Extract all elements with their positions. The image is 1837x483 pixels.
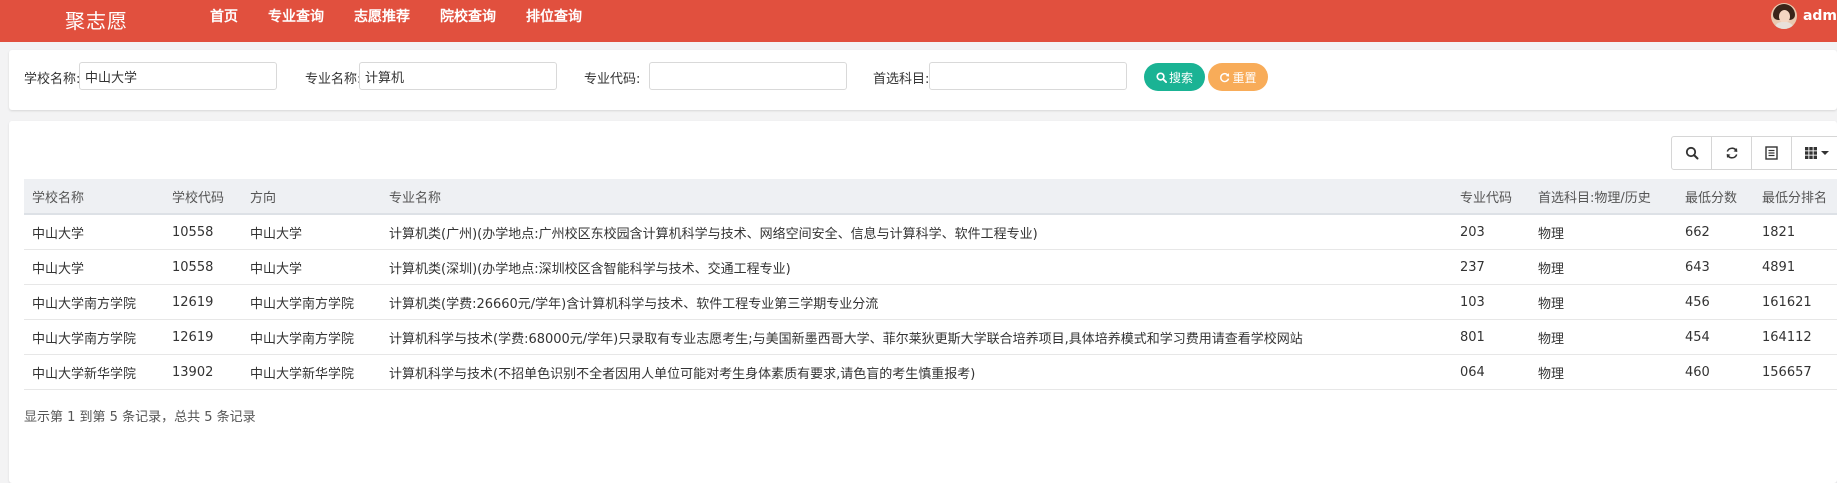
- main-nav: 首页 专业查询 志愿推荐 院校查询 排位查询: [195, 0, 597, 42]
- major-name-input[interactable]: [359, 62, 557, 90]
- cell-min-rank: 4891: [1754, 249, 1837, 285]
- cell-direction: 中山大学南方学院: [242, 319, 381, 355]
- user-menu[interactable]: adm: [1770, 3, 1837, 29]
- column-header-major-code[interactable]: 专业代码: [1452, 179, 1530, 215]
- brand-logo[interactable]: 聚志愿: [65, 5, 128, 34]
- cell-direction: 中山大学: [242, 249, 381, 285]
- cell-major-name: 计算机类(深圳)(办学地点:深圳校区含智能科学与技术、交通工程专业): [381, 249, 1452, 285]
- column-header-school-code[interactable]: 学校代码: [164, 179, 242, 215]
- school-name-input[interactable]: [79, 62, 277, 90]
- cell-min-rank: 1821: [1754, 214, 1837, 250]
- column-header-first-subject[interactable]: 首选科目:物理/历史: [1530, 179, 1677, 215]
- cell-school-code: 12619: [164, 319, 242, 355]
- cell-major-code: 064: [1452, 354, 1530, 390]
- toggle-view-button[interactable]: [1751, 136, 1792, 170]
- cell-min-rank: 161621: [1754, 284, 1837, 320]
- cell-major-code: 103: [1452, 284, 1530, 320]
- table-toolbar: [1671, 136, 1837, 170]
- cell-school-name: 中山大学南方学院: [24, 284, 164, 320]
- column-header-direction[interactable]: 方向: [242, 179, 381, 215]
- grid-icon: [1804, 147, 1817, 159]
- cell-major-name: 计算机类(学费:26660元/学年)含计算机科学与技术、软件工程专业第三学期专业…: [381, 284, 1452, 320]
- reset-button[interactable]: 重置: [1208, 63, 1268, 91]
- cell-major-code: 203: [1452, 214, 1530, 250]
- cell-min-rank: 164112: [1754, 319, 1837, 355]
- cell-major-name: 计算机科学与技术(不招单色识别不全者因用人单位可能对考生身体素质有要求,请色盲的…: [381, 354, 1452, 390]
- cell-min-score: 460: [1677, 354, 1754, 390]
- first-subject-label: 首选科目:: [873, 72, 930, 87]
- table-header: 学校名称 学校代码 方向 专业名称 专业代码 首选科目:物理/历史 最低分数 最…: [24, 179, 1837, 215]
- cell-major-code: 237: [1452, 249, 1530, 285]
- toggle-search-button[interactable]: [1671, 136, 1712, 170]
- refresh-button[interactable]: [1711, 136, 1752, 170]
- cell-first-subject: 物理: [1530, 214, 1677, 250]
- caret-down-icon: [1820, 151, 1829, 155]
- cell-min-score: 456: [1677, 284, 1754, 320]
- nav-item-school-query[interactable]: 院校查询: [440, 0, 496, 42]
- cell-school-code: 10558: [164, 214, 242, 250]
- column-header-major-name[interactable]: 专业名称: [381, 179, 1452, 215]
- major-code-label: 专业代码:: [584, 72, 641, 87]
- cell-school-name: 中山大学: [24, 249, 164, 285]
- table-row[interactable]: 中山大学 10558 中山大学 计算机类(广州)(办学地点:广州校区东校园含计算…: [24, 214, 1837, 250]
- search-panel: 学校名称: 专业名称: 专业代码: 首选科目: 搜索 重置: [9, 50, 1837, 110]
- cell-major-name: 计算机类(广州)(办学地点:广州校区东校园含计算机科学与技术、网络空间安全、信息…: [381, 214, 1452, 250]
- search-button-label: 搜索: [1168, 70, 1193, 85]
- cell-min-score: 454: [1677, 319, 1754, 355]
- cell-direction: 中山大学南方学院: [242, 284, 381, 320]
- username[interactable]: adm: [1803, 8, 1837, 24]
- refresh-icon: [1220, 72, 1230, 82]
- table-row[interactable]: 中山大学 10558 中山大学 计算机类(深圳)(办学地点:深圳校区含智能科学与…: [24, 249, 1837, 285]
- school-name-label: 学校名称:: [24, 72, 81, 87]
- cell-major-name: 计算机科学与技术(学费:68000元/学年)只录取有专业志愿考生;与美国新墨西哥…: [381, 319, 1452, 355]
- table-row[interactable]: 中山大学新华学院 13902 中山大学新华学院 计算机科学与技术(不招单色识别不…: [24, 354, 1837, 390]
- table-row[interactable]: 中山大学南方学院 12619 中山大学南方学院 计算机科学与技术(学费:6800…: [24, 319, 1837, 355]
- cell-first-subject: 物理: [1530, 249, 1677, 285]
- first-subject-input[interactable]: [929, 62, 1127, 90]
- table-body: 中山大学 10558 中山大学 计算机类(广州)(办学地点:广州校区东校园含计算…: [24, 214, 1837, 390]
- list-view-icon: [1765, 146, 1778, 160]
- cell-first-subject: 物理: [1530, 319, 1677, 355]
- results-panel: 学校名称 学校代码 方向 专业名称 专业代码 首选科目:物理/历史 最低分数 最…: [9, 121, 1837, 483]
- cell-min-score: 643: [1677, 249, 1754, 285]
- nav-item-recommend[interactable]: 志愿推荐: [354, 0, 410, 42]
- cell-direction: 中山大学: [242, 214, 381, 250]
- cell-school-name: 中山大学新华学院: [24, 354, 164, 390]
- cell-first-subject: 物理: [1530, 284, 1677, 320]
- cell-school-code: 10558: [164, 249, 242, 285]
- search-button[interactable]: 搜索: [1144, 63, 1205, 91]
- avatar[interactable]: [1770, 3, 1797, 29]
- cell-school-name: 中山大学: [24, 214, 164, 250]
- table-row[interactable]: 中山大学南方学院 12619 中山大学南方学院 计算机类(学费:26660元/学…: [24, 284, 1837, 320]
- cell-school-name: 中山大学南方学院: [24, 319, 164, 355]
- column-header-school-name[interactable]: 学校名称: [24, 179, 164, 215]
- reset-button-label: 重置: [1232, 70, 1257, 85]
- cell-direction: 中山大学新华学院: [242, 354, 381, 390]
- columns-dropdown-button[interactable]: [1791, 136, 1837, 170]
- cell-major-code: 801: [1452, 319, 1530, 355]
- column-header-min-score[interactable]: 最低分数: [1677, 179, 1754, 215]
- cell-school-code: 13902: [164, 354, 242, 390]
- cell-school-code: 12619: [164, 284, 242, 320]
- results-table: 学校名称 学校代码 方向 专业名称 专业代码 首选科目:物理/历史 最低分数 最…: [24, 179, 1837, 390]
- cell-first-subject: 物理: [1530, 354, 1677, 390]
- major-code-input[interactable]: [649, 62, 847, 90]
- cell-min-rank: 156657: [1754, 354, 1837, 390]
- pagination-info: 显示第 1 到第 5 条记录，总共 5 条记录: [24, 410, 256, 425]
- search-icon: [1685, 146, 1698, 160]
- search-icon: [1156, 71, 1167, 83]
- nav-item-rank-query[interactable]: 排位查询: [526, 0, 582, 42]
- top-navbar: 聚志愿 首页 专业查询 志愿推荐 院校查询 排位查询 adm: [0, 0, 1837, 42]
- nav-item-major-query[interactable]: 专业查询: [268, 0, 324, 42]
- major-name-label: 专业名称:: [305, 72, 362, 87]
- nav-item-home[interactable]: 首页: [210, 0, 238, 42]
- cell-min-score: 662: [1677, 214, 1754, 250]
- column-header-min-rank[interactable]: 最低分排名: [1754, 179, 1837, 215]
- refresh-icon: [1726, 147, 1737, 159]
